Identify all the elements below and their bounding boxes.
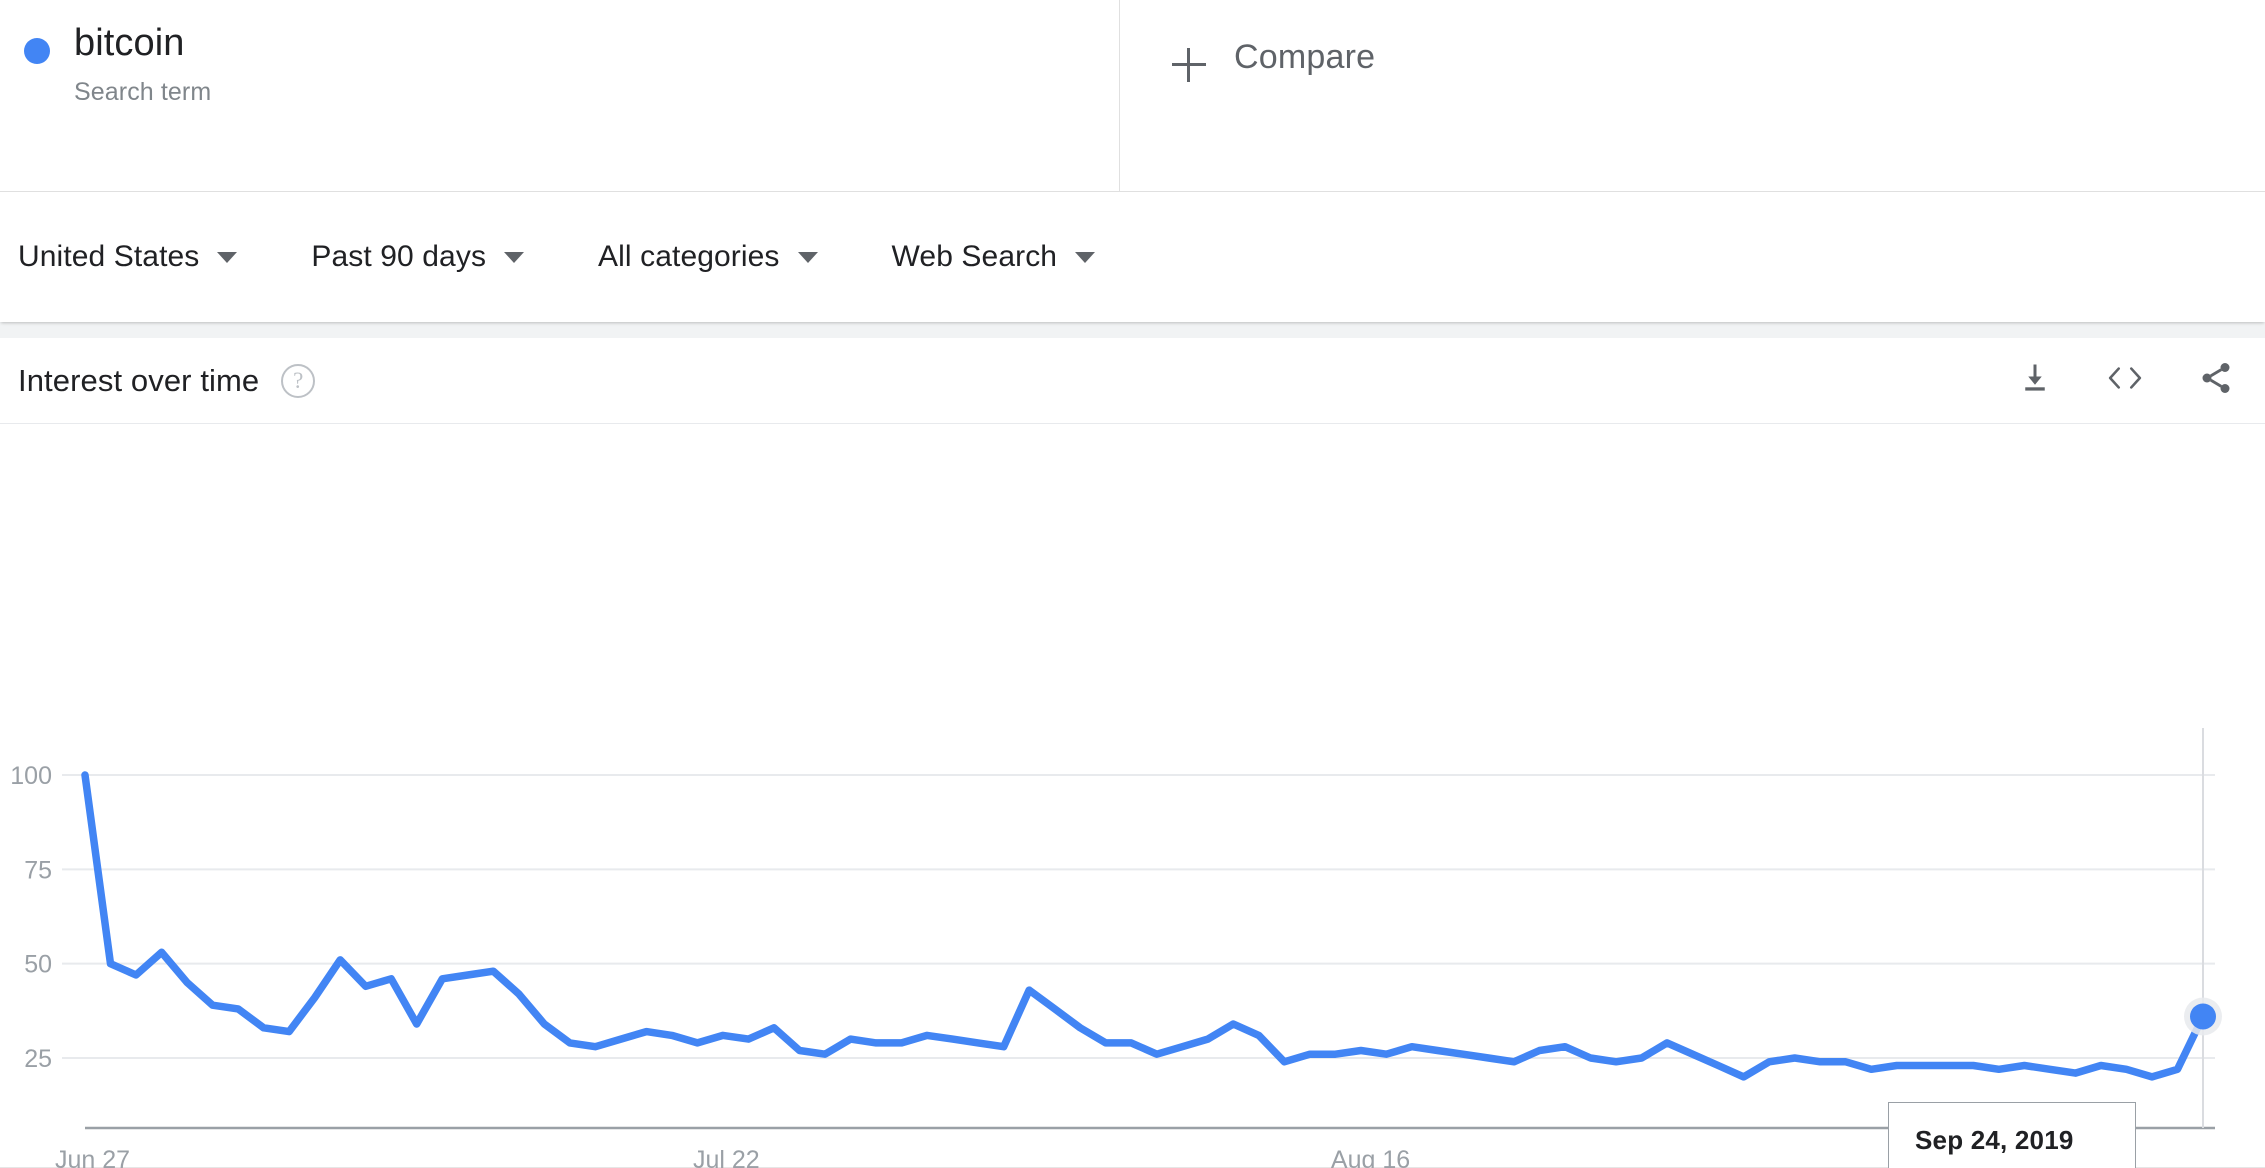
filter-bar: United States Past 90 days All categorie…: [0, 192, 2265, 322]
add-comparison-button[interactable]: Compare: [1120, 0, 2265, 191]
filter-time-range-label: Past 90 days: [311, 240, 487, 273]
share-icon[interactable]: [2197, 360, 2235, 401]
chevron-down-icon: [504, 251, 525, 263]
embed-code-icon[interactable]: [2105, 361, 2145, 400]
plus-icon: [1172, 48, 1206, 82]
filter-search-type-label: Web Search: [891, 240, 1058, 273]
chart-tooltip: Sep 24, 2019 bitcoin 36: [1888, 1102, 2136, 1168]
series-color-dot: [24, 38, 50, 64]
chevron-down-icon: [1075, 251, 1096, 263]
tooltip-date: Sep 24, 2019: [1915, 1125, 2074, 1155]
help-icon[interactable]: ?: [281, 363, 316, 398]
chart-y-axis-labels: 25 50 75 100: [10, 762, 52, 1073]
chart-svg: 255075100 Jun 27Jul 22Aug 16Sep 10: [10, 728, 2222, 1168]
interest-over-time-card: Interest over time ? 25 50 75 100 Jun 27…: [0, 338, 2265, 1168]
search-term-cell[interactable]: bitcoin Search term: [0, 0, 1120, 191]
page-body: Interest over time ? 25 50 75 100 Jun 27…: [0, 322, 2265, 1168]
filter-category-label: All categories: [598, 240, 780, 273]
filter-region[interactable]: United States: [18, 240, 238, 274]
y-tick-label: 25: [24, 1045, 52, 1073]
search-term-type: Search term: [74, 77, 212, 106]
compare-label: Compare: [1234, 38, 1376, 76]
search-term-bar: bitcoin Search term Compare: [0, 0, 2265, 192]
filter-search-type[interactable]: Web Search: [892, 240, 1096, 274]
chart-gridlines: [62, 774, 2215, 1059]
x-tick-label: Jun 27: [55, 1146, 130, 1168]
filter-time-range[interactable]: Past 90 days: [311, 240, 525, 274]
page-title: Interest over time: [18, 362, 260, 398]
card-actions: [2017, 360, 2235, 401]
download-icon[interactable]: [2017, 360, 2053, 401]
x-tick-label: Jul 22: [693, 1146, 760, 1168]
y-tick-label: 100: [10, 762, 52, 790]
interest-over-time-chart[interactable]: 255075100 Jun 27Jul 22Aug 16Sep 10 Sep 2…: [0, 424, 2265, 1168]
chevron-down-icon: [217, 251, 238, 263]
card-header: Interest over time ?: [0, 338, 2265, 424]
filter-region-label: United States: [18, 240, 200, 273]
x-tick-label: Aug 16: [1331, 1146, 1410, 1168]
chevron-down-icon: [797, 251, 818, 263]
y-tick-label: 75: [24, 856, 52, 884]
y-tick-label: 50: [24, 951, 52, 979]
chart-series-line: [81, 771, 2207, 1081]
search-term-name: bitcoin: [74, 22, 185, 64]
filter-category[interactable]: All categories: [598, 240, 818, 274]
chart-highlighted-point[interactable]: [2190, 1003, 2216, 1030]
chart-x-axis-labels: Jun 27Jul 22Aug 16Sep 10: [55, 1146, 2048, 1168]
